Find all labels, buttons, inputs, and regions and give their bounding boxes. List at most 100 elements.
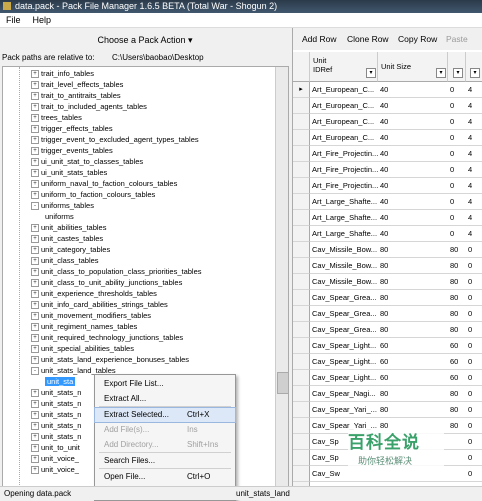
table-cell[interactable]: 0 bbox=[466, 290, 482, 306]
table-cell[interactable]: Art_Large_Shafte... bbox=[310, 194, 379, 210]
expand-icon[interactable]: + bbox=[31, 433, 39, 441]
table-row[interactable]: Cav_Missile_Bow... 80 80 0 bbox=[293, 274, 482, 290]
table-cell[interactable]: Art_European_C... bbox=[310, 130, 379, 146]
expand-icon[interactable]: + bbox=[31, 169, 39, 177]
table-cell[interactable]: 0 bbox=[466, 434, 482, 450]
tree-node[interactable]: + trait_level_effects_tables bbox=[31, 79, 123, 90]
table-cell[interactable]: 80 bbox=[448, 402, 467, 418]
tree-node[interactable]: + unit_stats_n bbox=[31, 431, 81, 442]
expand-icon[interactable]: + bbox=[31, 411, 39, 419]
table-cell[interactable]: 4 bbox=[466, 82, 482, 98]
table-row[interactable]: Cav_Spear_Light... 60 60 0 bbox=[293, 370, 482, 386]
table-cell[interactable]: 0 bbox=[448, 162, 467, 178]
row-header[interactable] bbox=[293, 226, 310, 242]
tree-node[interactable]: + trait_to_antitraits_tables bbox=[31, 90, 121, 101]
column-filter-dropdown-icon[interactable]: ▾ bbox=[366, 68, 376, 78]
table-cell[interactable]: 80 bbox=[448, 386, 467, 402]
expand-icon[interactable]: + bbox=[31, 345, 39, 353]
menu-file[interactable]: File bbox=[0, 13, 27, 27]
table-cell[interactable]: Cav_Spear_Light... bbox=[310, 354, 379, 370]
row-header[interactable] bbox=[293, 322, 310, 338]
column-header-4[interactable]: ▾ bbox=[466, 52, 482, 82]
add-row-button[interactable]: Add Row bbox=[302, 28, 337, 50]
expand-icon[interactable]: + bbox=[31, 81, 39, 89]
tree-node[interactable]: + trait_to_included_agents_tables bbox=[31, 101, 147, 112]
table-cell[interactable]: 80 bbox=[448, 306, 467, 322]
expand-icon[interactable]: + bbox=[31, 125, 39, 133]
table-cell[interactable]: 0 bbox=[448, 146, 467, 162]
table-cell[interactable]: 0 bbox=[466, 418, 482, 434]
expand-icon[interactable]: + bbox=[31, 389, 39, 397]
row-header[interactable] bbox=[293, 338, 310, 354]
tree-node[interactable]: + trait_info_tables bbox=[31, 68, 94, 79]
table-cell[interactable]: Cav_Missile_Bow... bbox=[310, 242, 379, 258]
table-row[interactable]: Art_Fire_Projectin... 40 0 4 bbox=[293, 146, 482, 162]
menu-item-open-file[interactable]: Open File... Ctrl+O bbox=[95, 470, 235, 484]
expand-icon[interactable]: + bbox=[31, 268, 39, 276]
table-cell[interactable]: 80 bbox=[448, 290, 467, 306]
table-cell[interactable]: 40 bbox=[378, 162, 449, 178]
table-cell[interactable]: 0 bbox=[466, 354, 482, 370]
table-cell[interactable]: 0 bbox=[466, 258, 482, 274]
table-cell[interactable]: 40 bbox=[378, 210, 449, 226]
table-row[interactable]: Cav_Missile_Bow... 80 80 0 bbox=[293, 242, 482, 258]
table-cell[interactable]: Cav_Spear_Grea... bbox=[310, 306, 379, 322]
table-cell[interactable]: 80 bbox=[378, 306, 449, 322]
table-cell[interactable] bbox=[448, 450, 467, 466]
clone-row-button[interactable]: Clone Row bbox=[347, 28, 389, 50]
table-cell[interactable]: 0 bbox=[466, 370, 482, 386]
expand-icon[interactable]: + bbox=[31, 290, 39, 298]
table-cell[interactable]: 40 bbox=[378, 226, 449, 242]
tree-node[interactable]: + ui_unit_stats_tables bbox=[31, 167, 107, 178]
data-grid[interactable]: Unit IDRef ▾ Unit Size ▾ ▾ ▾ ▸ Art_European… bbox=[293, 52, 482, 486]
table-cell[interactable]: 0 bbox=[448, 210, 467, 226]
tree-node[interactable]: + unit_voice_ bbox=[31, 453, 79, 464]
expand-icon[interactable]: + bbox=[31, 136, 39, 144]
tree-node[interactable]: + unit_voice_ bbox=[31, 464, 79, 475]
tree-node[interactable]: uniforms bbox=[45, 211, 74, 222]
table-row[interactable]: Art_European_C... 40 0 4 bbox=[293, 98, 482, 114]
tree-node[interactable]: + trigger_events_tables bbox=[31, 145, 113, 156]
row-header[interactable] bbox=[293, 130, 310, 146]
expand-icon[interactable]: + bbox=[31, 323, 39, 331]
expand-icon[interactable]: + bbox=[31, 246, 39, 254]
table-row[interactable]: Cav_Spear_Grea... 80 80 0 bbox=[293, 306, 482, 322]
column-filter-dropdown-icon[interactable]: ▾ bbox=[470, 68, 480, 78]
tree-node[interactable]: + unit_stats_n bbox=[31, 387, 81, 398]
table-cell[interactable] bbox=[448, 434, 467, 450]
menu-item-extract-selected[interactable]: Extract Selected... Ctrl+X bbox=[94, 407, 236, 423]
tree-scroll-thumb[interactable] bbox=[277, 372, 288, 394]
expand-icon[interactable]: + bbox=[31, 235, 39, 243]
table-cell[interactable]: Art_Large_Shafte... bbox=[310, 226, 379, 242]
column-filter-dropdown-icon[interactable]: ▾ bbox=[436, 68, 446, 78]
table-row[interactable]: Art_European_C... 40 0 4 bbox=[293, 114, 482, 130]
expand-icon[interactable]: + bbox=[31, 92, 39, 100]
table-cell[interactable]: 80 bbox=[448, 242, 467, 258]
table-cell[interactable]: Art_European_C... bbox=[310, 98, 379, 114]
table-cell[interactable]: 80 bbox=[378, 386, 449, 402]
row-header[interactable] bbox=[293, 306, 310, 322]
table-cell[interactable]: 40 bbox=[378, 82, 449, 98]
tree-node[interactable]: + trees_tables bbox=[31, 112, 82, 123]
row-header[interactable] bbox=[293, 354, 310, 370]
table-cell[interactable]: 0 bbox=[448, 98, 467, 114]
tree-node[interactable]: + trigger_effects_tables bbox=[31, 123, 113, 134]
table-row[interactable]: Art_European_C... 40 0 4 bbox=[293, 130, 482, 146]
table-cell[interactable]: 4 bbox=[466, 98, 482, 114]
table-cell[interactable]: 40 bbox=[378, 146, 449, 162]
row-header[interactable] bbox=[293, 258, 310, 274]
table-cell[interactable]: 80 bbox=[448, 322, 467, 338]
table-cell[interactable]: 0 bbox=[448, 226, 467, 242]
tree-node[interactable]: + unit_experience_thresholds_tables bbox=[31, 288, 157, 299]
table-cell[interactable]: 40 bbox=[378, 130, 449, 146]
menu-item-export-file-list[interactable]: Export File List... bbox=[95, 377, 235, 391]
tree-node[interactable]: unit_sta bbox=[45, 376, 76, 387]
table-cell[interactable]: 60 bbox=[378, 370, 449, 386]
row-header[interactable] bbox=[293, 194, 310, 210]
table-cell[interactable]: 40 bbox=[378, 178, 449, 194]
column-header-unit-idref[interactable]: Unit IDRef ▾ bbox=[310, 52, 378, 82]
table-cell[interactable]: 0 bbox=[466, 402, 482, 418]
row-header[interactable] bbox=[293, 466, 310, 482]
row-header[interactable]: ▸ bbox=[293, 82, 310, 98]
table-cell[interactable]: 80 bbox=[378, 274, 449, 290]
